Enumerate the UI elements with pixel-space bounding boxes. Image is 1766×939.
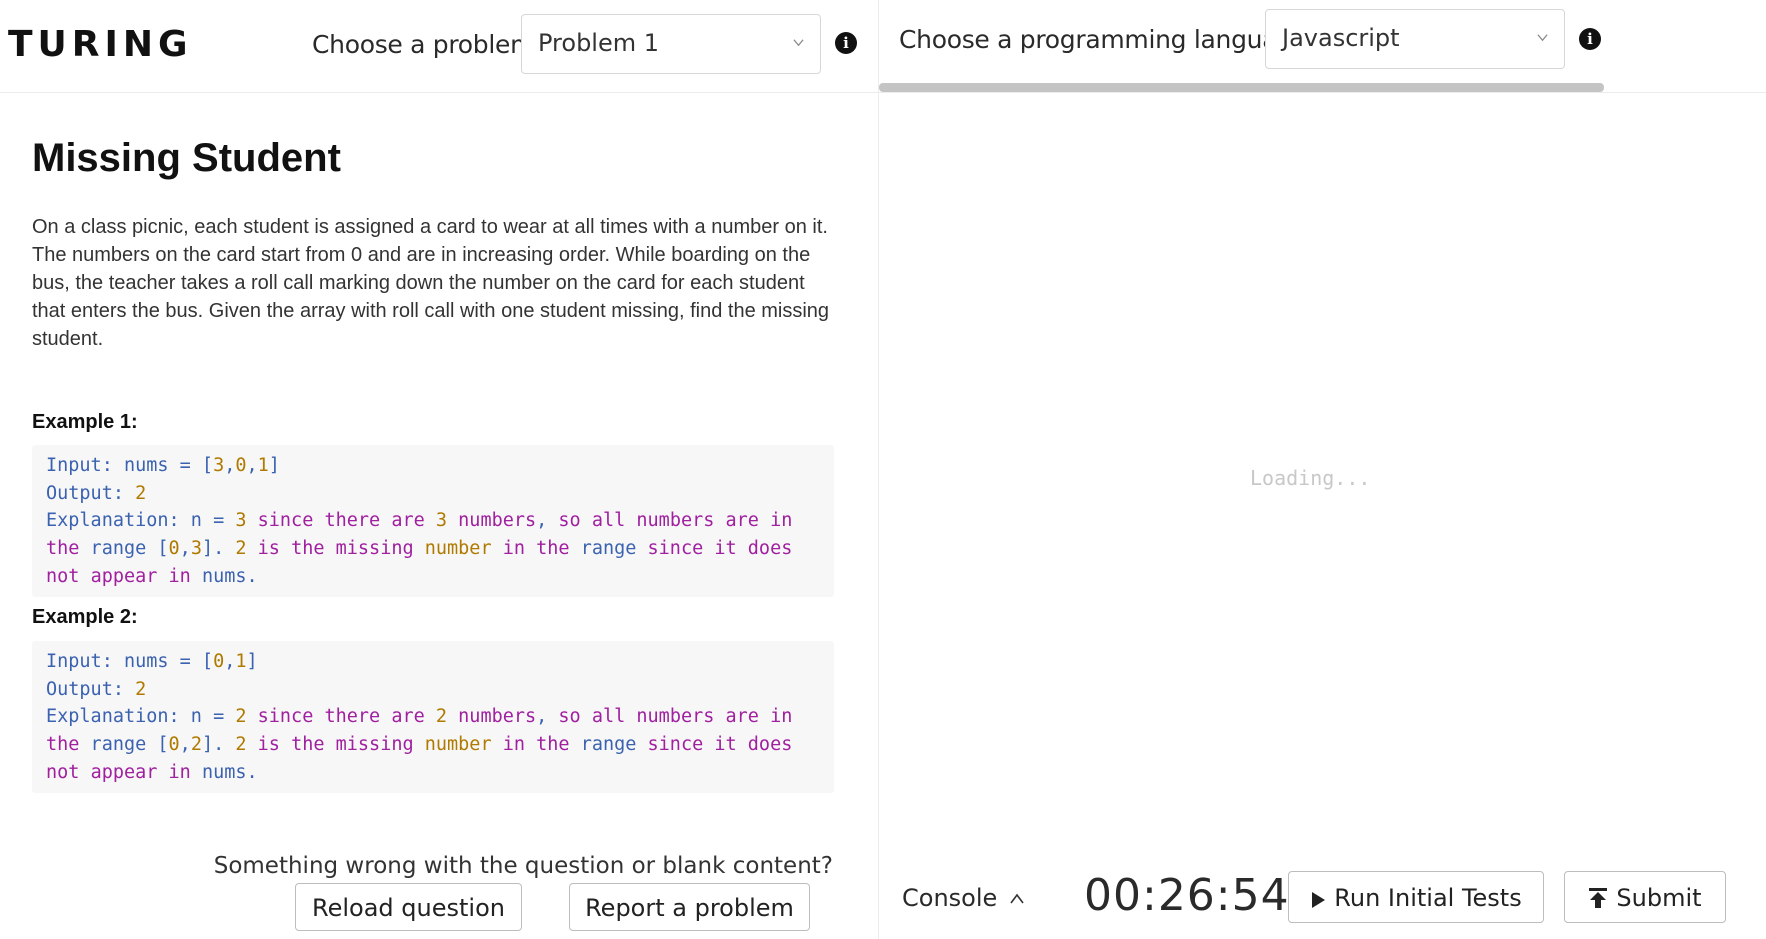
example-2-output: Output: 2	[46, 678, 147, 700]
language-info-icon[interactable]: i	[1579, 28, 1601, 50]
pane-divider[interactable]	[878, 0, 879, 939]
problem-info-icon[interactable]: i	[835, 32, 857, 54]
example-2-code: Input: nums = [0,1] Output: 2 Explanatio…	[32, 641, 834, 793]
example-2-heading: Example 2:	[32, 606, 138, 628]
problem-select[interactable]: Problem 1	[521, 14, 821, 74]
editor-horizontal-scrollbar[interactable]	[879, 83, 1604, 92]
report-problem-button[interactable]: Report a problem	[569, 883, 810, 931]
problem-select-value: Problem 1	[538, 29, 660, 57]
chevron-down-icon	[1537, 34, 1548, 42]
example-1-output: Output: 2	[46, 482, 147, 504]
submit-label: Submit	[1616, 884, 1702, 912]
chevron-down-icon	[793, 39, 804, 47]
console-toggle[interactable]: Console	[902, 884, 997, 912]
example-1-input: Input: nums = [3,0,1]	[46, 455, 280, 476]
language-select-label: Choose a programming language	[899, 25, 1308, 54]
example-2-input: Input: nums = [0,1]	[46, 651, 258, 672]
report-prompt: Something wrong with the question or bla…	[213, 853, 833, 879]
language-select-value: Javascript	[1282, 24, 1400, 52]
editor-loading-text: Loading...	[1250, 466, 1371, 490]
play-icon	[1312, 892, 1326, 908]
problem-select-label: Choose a problem	[312, 30, 535, 59]
countdown-timer: 00:26:54	[1084, 870, 1290, 921]
submit-button[interactable]: Submit	[1564, 871, 1726, 923]
language-select[interactable]: Javascript	[1265, 9, 1565, 69]
run-initial-tests-button[interactable]: Run Initial Tests	[1288, 871, 1544, 923]
reload-question-button[interactable]: Reload question	[295, 883, 522, 931]
example-1-explanation: Explanation: n = 3 since there are 3 num…	[46, 510, 793, 587]
upload-icon	[1589, 888, 1608, 908]
example-1-heading: Example 1:	[32, 411, 138, 433]
problem-description: On a class picnic, each student is assig…	[32, 216, 830, 350]
turing-logo: TURING	[8, 24, 193, 65]
problem-title: Missing Student	[32, 136, 341, 180]
example-2-explanation: Explanation: n = 2 since there are 2 num…	[46, 706, 793, 783]
chevron-up-icon[interactable]	[1010, 892, 1024, 906]
example-1-code: Input: nums = [3,0,1] Output: 2 Explanat…	[32, 445, 834, 597]
run-initial-tests-label: Run Initial Tests	[1334, 884, 1522, 912]
